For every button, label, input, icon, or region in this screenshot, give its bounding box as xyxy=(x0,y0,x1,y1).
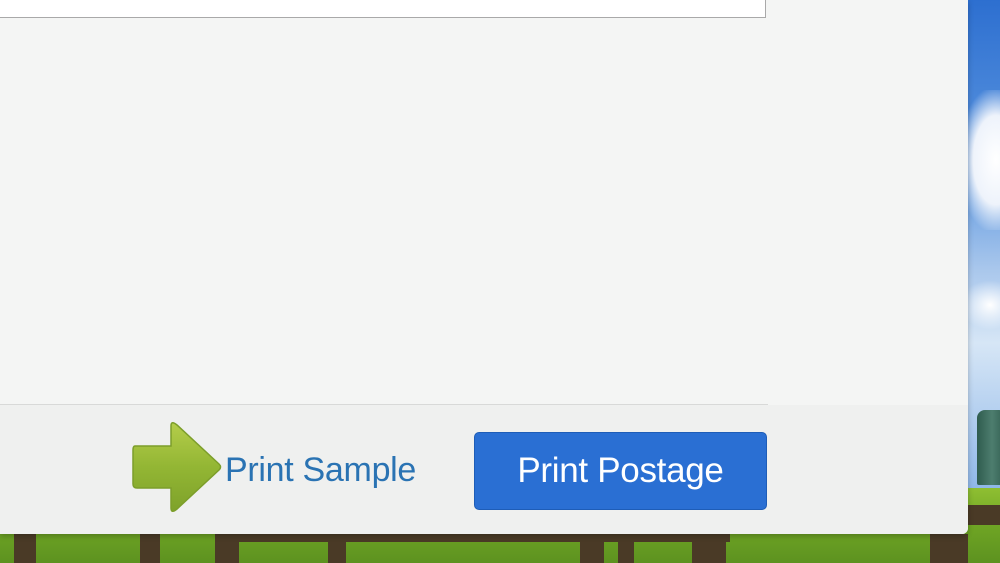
content-panel xyxy=(0,0,766,18)
fence-post xyxy=(14,534,36,563)
fence-post xyxy=(618,534,634,563)
fence-rail xyxy=(225,534,730,542)
app-window: Print Sample Print Postage xyxy=(0,0,968,534)
print-postage-button[interactable]: Print Postage xyxy=(474,432,767,510)
fence-post xyxy=(692,534,726,563)
print-sample-link[interactable]: Print Sample xyxy=(225,450,416,490)
fence-post xyxy=(930,534,968,563)
fence-post xyxy=(328,534,346,563)
fence-rail xyxy=(968,505,1000,525)
fence-post xyxy=(140,534,160,563)
fence-post xyxy=(580,534,604,563)
water-tank xyxy=(977,410,1000,485)
right-arrow-icon xyxy=(132,422,222,512)
